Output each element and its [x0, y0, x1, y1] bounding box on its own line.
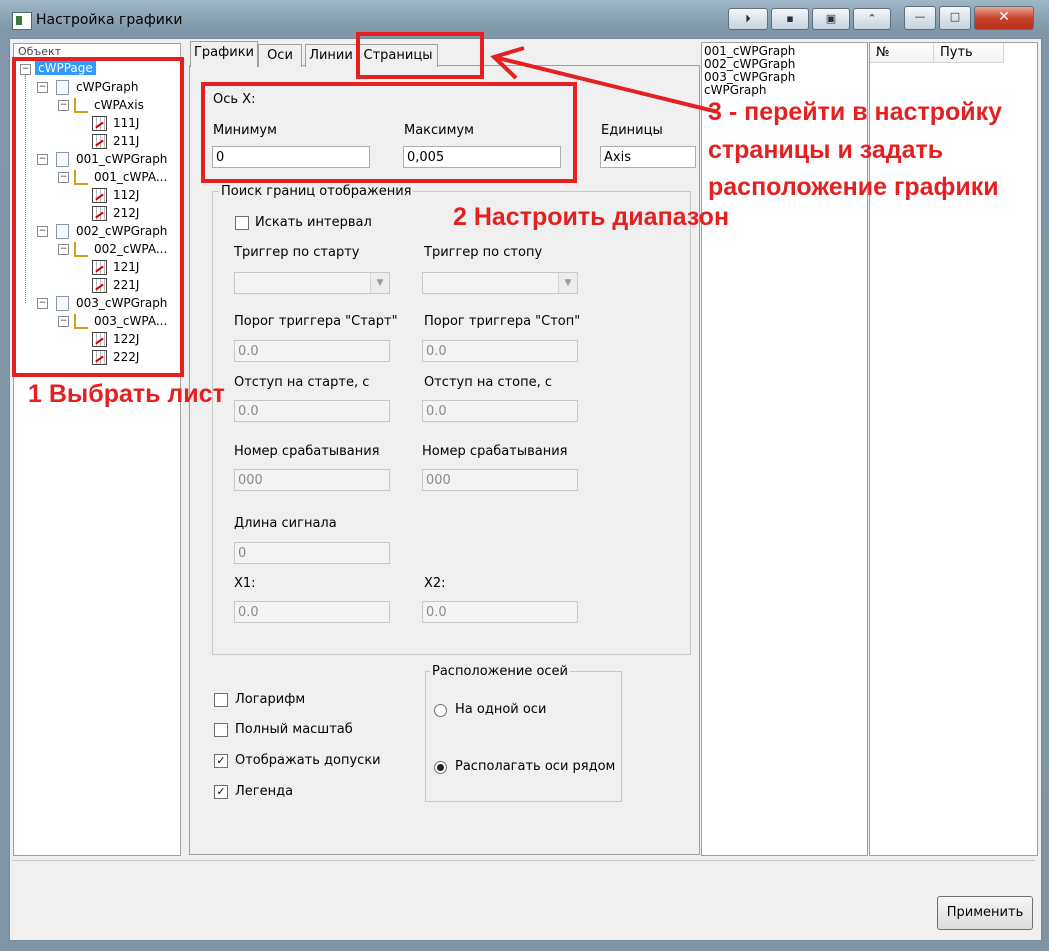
stop-button[interactable]: ▪ [771, 8, 809, 30]
legend-checkbox[interactable]: ✓ [214, 785, 228, 799]
tab-axes[interactable]: Оси [258, 44, 302, 67]
legend-label: Легенда [235, 784, 294, 799]
minimize-button[interactable]: — [904, 6, 936, 30]
axes-layout-title: Расположение осей [430, 664, 571, 679]
column-header-no[interactable]: № [870, 43, 934, 63]
trigger-stop-label: Триггер по стопу [424, 245, 543, 260]
fire-num-start-label: Номер срабатывания [234, 444, 380, 459]
units-input[interactable]: Axis [600, 146, 696, 168]
x2-input[interactable]: 0.0 [422, 601, 578, 623]
search-interval-label: Искать интервал [255, 215, 372, 230]
offset-stop-input[interactable]: 0.0 [422, 400, 578, 422]
annotation-step3-line3: расположение графики [708, 173, 999, 201]
window-title: Настройка графики [36, 12, 183, 28]
trigger-start-select[interactable]: ▼ [234, 272, 390, 294]
window-mode-button[interactable]: ▣ [812, 8, 850, 30]
full-scale-label: Полный масштаб [235, 722, 353, 737]
annotation-step3-line1: 3 - перейти в настройку [708, 98, 1003, 126]
fire-num-stop-input[interactable]: 000 [422, 469, 578, 491]
one-axis-radio[interactable] [434, 704, 447, 717]
pin-button[interactable]: ⏵ [728, 8, 768, 30]
app-icon [12, 12, 32, 30]
signal-length-label: Длина сигнала [234, 516, 337, 531]
fire-num-start-input[interactable]: 000 [234, 469, 390, 491]
x1-input[interactable]: 0.0 [234, 601, 390, 623]
chevron-down-icon: ▼ [370, 273, 389, 293]
threshold-start-label: Порог триггера "Старт" [234, 314, 398, 329]
title-bar[interactable]: Настройка графики ⏵ ▪ ▣ ⌃ — □ ✕ [0, 0, 1049, 36]
threshold-start-input[interactable]: 0.0 [234, 340, 390, 362]
full-scale-checkbox[interactable] [214, 723, 228, 737]
threshold-stop-input[interactable]: 0.0 [422, 340, 578, 362]
column-header-path[interactable]: Путь [934, 43, 1004, 63]
tab-lines[interactable]: Линии [305, 44, 357, 67]
trigger-stop-select[interactable]: ▼ [422, 272, 578, 294]
side-by-side-radio[interactable] [434, 761, 447, 774]
annotation-step3-line2: страницы и задать [708, 136, 944, 164]
bounds-search-group [212, 191, 691, 655]
offset-stop-label: Отступ на стопе, с [424, 375, 553, 390]
chevron-down-icon: ▼ [558, 273, 577, 293]
tab-graphs[interactable]: Графики [190, 41, 258, 67]
units-label: Единицы [601, 123, 663, 138]
fire-num-stop-label: Номер срабатывания [422, 444, 568, 459]
x2-label: X2: [424, 576, 446, 591]
one-axis-label: На одной оси [455, 702, 547, 717]
log-checkbox[interactable] [214, 693, 228, 707]
search-interval-checkbox[interactable] [235, 216, 249, 230]
annotation-step1: 1 Выбрать лист [28, 380, 225, 408]
annotation-box-tree [12, 57, 184, 377]
side-by-side-label: Располагать оси рядом [455, 759, 616, 774]
bottom-bar [12, 860, 1035, 891]
x1-label: X1: [234, 576, 256, 591]
collapse-button[interactable]: ⌃ [853, 8, 891, 30]
offset-start-label: Отступ на старте, с [234, 375, 370, 390]
offset-start-input[interactable]: 0.0 [234, 400, 390, 422]
maximize-button[interactable]: □ [939, 6, 971, 30]
show-tolerances-label: Отображать допуски [235, 753, 381, 768]
bounds-search-title: Поиск границ отображения [219, 184, 414, 199]
annotation-step2: 2 Настроить диапазон [453, 203, 730, 231]
annotation-box-pages-tab [356, 32, 484, 79]
signal-length-input[interactable]: 0 [234, 542, 390, 564]
apply-button[interactable]: Применить [937, 896, 1033, 930]
threshold-stop-label: Порог триггера "Стоп" [424, 314, 581, 329]
axes-layout-group [425, 671, 622, 802]
show-tolerances-checkbox[interactable]: ✓ [214, 754, 228, 768]
trigger-start-label: Триггер по старту [234, 245, 360, 260]
close-button[interactable]: ✕ [974, 6, 1034, 30]
log-label: Логарифм [235, 692, 306, 707]
annotation-arrow [490, 46, 719, 114]
